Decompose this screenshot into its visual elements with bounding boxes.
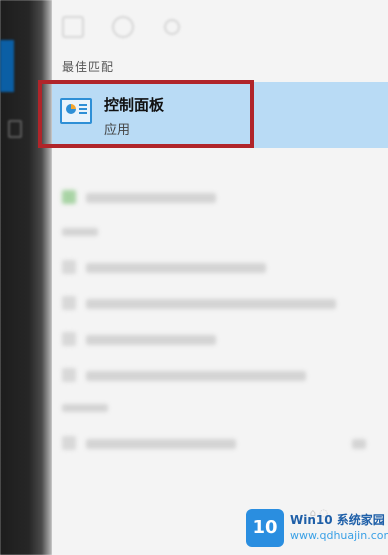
blurred-result-icon bbox=[62, 332, 76, 346]
blurred-section-header bbox=[62, 228, 98, 236]
rail-selected-indicator bbox=[0, 40, 14, 92]
blurred-section-header bbox=[62, 404, 108, 412]
blurred-result-text bbox=[86, 371, 306, 381]
blurred-result-icon bbox=[62, 260, 76, 274]
blurred-result-text bbox=[86, 299, 336, 309]
blurred-result-icon bbox=[62, 296, 76, 310]
filter-toolbar bbox=[52, 10, 388, 40]
watermark-logo: 10 bbox=[246, 509, 284, 547]
blurred-result-icon bbox=[62, 436, 76, 450]
watermark-site: www.qdhuajin.com bbox=[290, 529, 388, 542]
search-filter-icon[interactable] bbox=[164, 19, 180, 35]
blurred-result-icon bbox=[62, 368, 76, 382]
best-match-header: 最佳匹配 bbox=[62, 60, 115, 74]
all-results-icon[interactable] bbox=[62, 16, 84, 38]
blurred-result-text bbox=[86, 193, 216, 203]
watermark: 10 Win10 系统家园 www.qdhuajin.com bbox=[246, 509, 388, 549]
blurred-chevron bbox=[352, 439, 366, 449]
blurred-results-area bbox=[52, 160, 388, 555]
blurred-result-text bbox=[86, 335, 216, 345]
document-icon[interactable] bbox=[8, 120, 22, 138]
apps-filter-icon[interactable] bbox=[112, 16, 134, 38]
blurred-result-text bbox=[86, 263, 266, 273]
blurred-result-icon bbox=[62, 190, 76, 204]
blurred-result-text bbox=[86, 439, 236, 449]
watermark-title: Win10 系统家园 bbox=[290, 513, 385, 527]
annotation-highlight-box bbox=[38, 80, 254, 148]
